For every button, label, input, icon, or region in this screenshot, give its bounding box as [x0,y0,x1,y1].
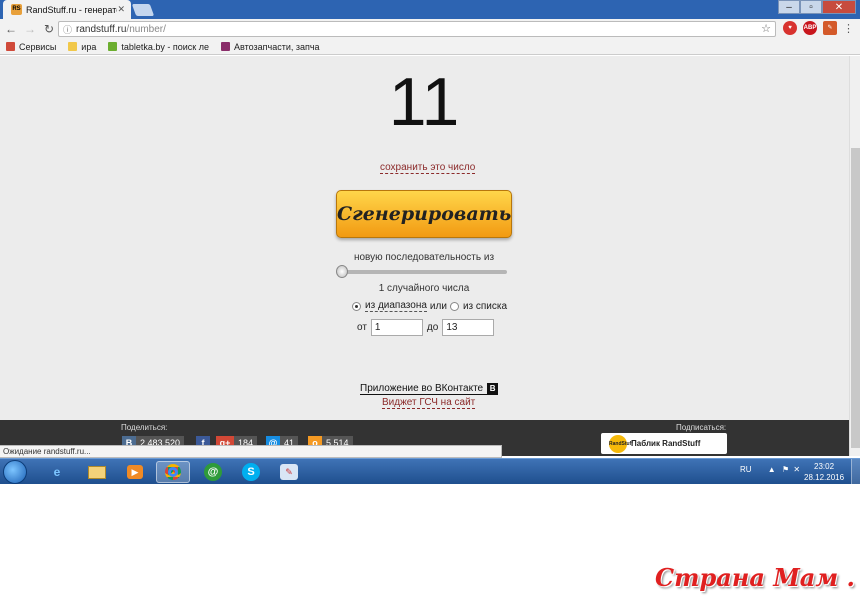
reload-icon[interactable]: ↻ [41,22,57,36]
bookmark-item[interactable]: Сервисы [6,42,56,52]
skype-icon[interactable]: S [234,461,268,483]
window-controls: ‒ ▫ ✕ [778,0,856,14]
count-label: 1 случайного числа [378,283,470,294]
language-indicator[interactable]: RU [740,465,752,474]
volume-icon[interactable]: ✕ [793,465,800,474]
chrome-taskbar-icon[interactable] [156,461,190,483]
from-input[interactable]: 1 [370,319,423,336]
tabletka-icon [108,42,118,51]
page-content: 11 сохранить это число Сгенерировать нов… [0,56,849,420]
file-explorer-icon[interactable] [80,461,114,483]
folder-icon [68,42,78,51]
media-player-icon[interactable]: ▶ [118,461,152,483]
system-tray: RU ▲ ⚑ ✕ [740,465,800,474]
slider-handle[interactable] [336,265,348,278]
widget-link[interactable]: Виджет ГСЧ на сайт [382,397,476,409]
back-arrow-icon[interactable]: ← [3,22,19,36]
bookmark-label: Сервисы [19,41,57,52]
clock[interactable]: 23:02 28.12.2016 [804,461,844,483]
range-inputs: от 1 до 13 [357,319,498,336]
bookmark-label: tabletka.by - поиск ле [121,41,209,52]
tab-close-icon[interactable]: ✕ [117,4,125,15]
new-tab-button[interactable] [131,4,155,16]
radio-list[interactable] [449,301,459,311]
status-bar: Ожидание randstuff.ru... [0,445,502,458]
public-randstuff-button[interactable]: RandStuff Паблик RandStuff [601,433,727,454]
extension-badge-icon[interactable]: ✎ [823,21,837,35]
tray-arrow-icon[interactable]: ▲ [768,465,776,474]
browser-toolbar: ← → ↻ ⓘ randstuff.ru /number/ ☆ ♥ ABP ✎ … [0,19,860,39]
browser-tab-bar: RS RandStuff.ru - генератор с ✕ ‒ ▫ ✕ [0,0,860,19]
chrome-menu-icon[interactable]: ⋮ [843,22,854,35]
count-slider[interactable] [336,265,507,278]
url-domain: randstuff.ru [76,23,127,35]
url-path: /number/ [126,23,166,35]
start-button[interactable] [3,460,27,484]
tab-title: RandStuff.ru - генератор с [26,4,117,15]
close-window-icon[interactable]: ✕ [822,0,856,14]
bookmark-item[interactable]: ира [68,42,96,52]
clock-time: 23:02 [814,462,835,471]
browser-tab[interactable]: RS RandStuff.ru - генератор с ✕ [3,0,131,19]
adblock-plus-icon[interactable]: ABP [803,21,817,35]
vk-icon: В [487,383,499,394]
stranamam-watermark: Страна Мам . ру [655,563,860,592]
bookmarks-bar: Сервисы ира tabletka.by - поиск ле Автоз… [0,39,860,55]
radio-list-label[interactable]: из списка [463,301,507,312]
bookmark-label: ира [81,41,97,52]
screenshot: RS RandStuff.ru - генератор с ✕ ‒ ▫ ✕ ← … [0,0,860,484]
maximize-icon[interactable]: ▫ [800,0,822,14]
subscribe-label: Подписаться: [676,423,727,432]
paint-icon[interactable]: ✎ [272,461,306,483]
bookmark-label: Автозапчасти, запча [233,41,320,52]
share-label: Поделиться: [121,423,168,432]
vk-app-link-label: Приложение во ВКонтакте [360,383,484,394]
page-scrollbar[interactable] [849,56,860,456]
to-label: до [426,322,439,333]
from-label: от [357,322,367,333]
extension-heart-icon[interactable]: ♥ [783,21,797,35]
save-number-link[interactable]: сохранить это число [380,162,476,174]
mail-agent-icon[interactable]: @ [196,461,230,483]
bookmark-item[interactable]: tabletka.by - поиск ле [108,42,209,52]
generated-number: 11 [388,64,460,140]
sequence-label: новую последовательность из [353,252,495,263]
forward-arrow-icon[interactable]: → [22,22,38,36]
autoparts-icon [220,42,230,51]
to-input[interactable]: 13 [442,319,495,336]
bookmark-star-icon[interactable]: ☆ [761,22,771,35]
vk-app-link[interactable]: Приложение во ВКонтакте В [360,383,499,395]
internet-explorer-icon[interactable]: e [40,461,74,483]
bookmark-item[interactable]: Автозапчасти, запча [220,41,320,52]
clock-date: 28.12.2016 [804,473,845,482]
radio-range[interactable] [352,301,361,311]
public-label: Паблик RandStuff [631,439,701,448]
radio-or-label: или [429,300,447,312]
randstuff-favicon-icon: RS [11,4,22,15]
radio-range-label[interactable]: из диапазона [365,300,427,312]
scrollbar-thumb[interactable] [851,148,860,448]
info-icon[interactable]: ⓘ [63,23,72,36]
apps-grid-icon [6,42,15,51]
minimize-icon[interactable]: ‒ [778,0,800,14]
source-radio-group: из диапазона или из списка [352,300,510,312]
windows-taskbar: e ▶ @ S ✎ RU ▲ ⚑ ✕ 23:02 28.12.2016 [0,458,860,484]
network-flag-icon[interactable]: ⚑ [782,465,789,474]
generate-button[interactable]: Сгенерировать [336,190,512,238]
show-desktop-button[interactable] [851,459,860,484]
randstuff-logo-icon: RandStuff [609,434,633,453]
address-bar[interactable]: ⓘ randstuff.ru /number/ ☆ [58,21,776,37]
